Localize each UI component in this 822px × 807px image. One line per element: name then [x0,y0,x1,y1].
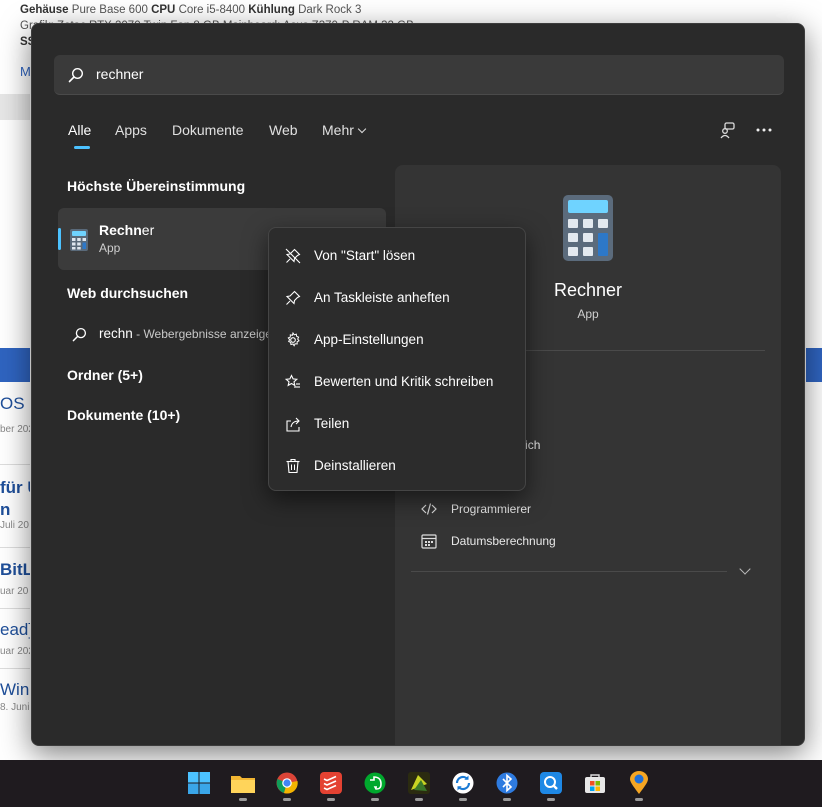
gear-icon [287,332,300,347]
search-input[interactable]: rechner [96,66,143,82]
context-menu: Von "Start" lösen An Taskleiste anheften… [268,227,526,491]
code-icon [421,503,437,515]
search-icon [72,327,87,342]
store-icon[interactable] [582,770,608,796]
unpin-icon [285,248,301,264]
bluetooth-icon[interactable] [494,770,520,801]
divider [0,547,30,548]
maps-icon[interactable] [626,770,652,801]
running-indicator [283,798,291,801]
section-web-search: Web durchsuchen [67,285,189,301]
running-indicator [415,798,423,801]
menu-item-app-settings[interactable]: App-Einstellungen [269,319,525,361]
section-documents[interactable]: Dokumente (10+) [67,407,180,423]
bg-article[interactable]: OS Bi ber 202 [0,394,30,435]
star-review-icon [285,374,300,388]
menu-item-share[interactable]: Teilen [269,403,525,445]
tab-alle[interactable]: Alle [68,122,91,149]
todoist-icon[interactable] [318,770,344,801]
menu-item-rate-review[interactable]: Bewerten und Kritik schreiben [269,361,525,403]
divider [0,608,30,609]
tab-web[interactable]: Web [269,122,298,138]
divider [0,464,30,465]
taskbar [0,760,822,807]
account-switch-icon[interactable] [718,120,738,140]
section-folders[interactable]: Ordner (5+) [67,367,143,383]
search-icon [68,67,84,83]
selection-indicator [58,228,61,250]
divider [0,668,30,669]
chevron-down-icon [357,124,367,134]
search-flyout: rechner Alle Apps Dokumente Web Mehr Höc… [31,23,805,746]
calendar-icon [421,534,437,549]
bg-article[interactable]: BitLo uar 20 [0,560,30,597]
menu-item-uninstall[interactable]: Deinstallieren [269,445,525,487]
windows-start-icon[interactable] [186,770,212,796]
running-indicator [459,798,467,801]
active-tab-indicator [74,146,90,149]
running-indicator [371,798,379,801]
search-box[interactable]: rechner [54,55,784,95]
sync-icon[interactable] [450,770,476,801]
bg-article[interactable]: für U n Juli 20 [0,478,30,531]
action-date-calculation[interactable]: Datumsberechnung [421,531,621,551]
file-explorer-icon[interactable] [230,770,256,801]
chevron-down-icon[interactable] [739,563,751,575]
calculator-icon [563,195,613,261]
web-hint: - Webergebnisse anzeigen [132,327,272,341]
menu-item-unpin-start[interactable]: Von "Start" lösen [269,235,525,277]
action-programmer[interactable]: Programmierer [421,499,621,519]
section-best-match: Höchste Übereinstimmung [67,178,246,194]
result-type: App [99,241,121,255]
tab-apps[interactable]: Apps [115,122,147,138]
app-icon[interactable] [406,770,432,801]
bg-blue-header [0,348,30,382]
bg-article[interactable]: ead] uar 202 [0,620,30,657]
pin-icon [285,290,301,305]
running-indicator [239,798,247,801]
bg-article[interactable]: Win 8. Juni [0,680,30,713]
calculator-icon [70,229,88,251]
web-query: rechn [99,326,133,341]
more-options-icon[interactable] [754,120,774,140]
running-indicator [547,798,555,801]
result-name: Rechner [99,222,155,238]
divider [411,571,727,572]
bg-band [0,94,30,120]
evernote-icon[interactable] [362,770,388,801]
trash-icon [286,458,300,474]
running-indicator [327,798,335,801]
bg-blue-header-right [806,348,822,382]
web-search-result[interactable]: rechn - Webergebnisse anzeigen [72,322,272,346]
tab-dokumente[interactable]: Dokumente [172,122,244,138]
chrome-icon[interactable] [274,770,300,801]
menu-item-pin-taskbar[interactable]: An Taskleiste anheften [269,277,525,319]
quick-assist-icon[interactable] [538,770,564,801]
tab-mehr[interactable]: Mehr [322,122,367,138]
running-indicator [635,798,643,801]
bg-link[interactable]: M [20,64,31,79]
share-icon [286,417,300,432]
running-indicator [503,798,511,801]
